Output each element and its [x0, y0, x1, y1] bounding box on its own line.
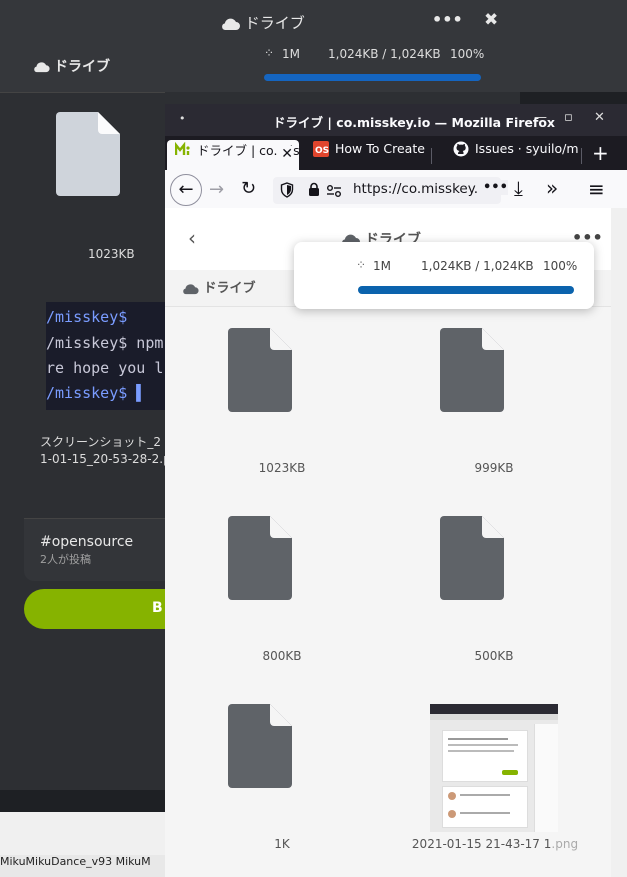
shield-icon[interactable]	[280, 182, 294, 202]
image-thumbnail[interactable]	[430, 704, 558, 832]
image-file-label: 2021-01-15 21-43-17 1.png	[411, 837, 579, 851]
github-icon	[453, 141, 469, 157]
tab-drive[interactable]: ドライブ | co.misskey.io ✕	[167, 140, 299, 170]
file-icon[interactable]	[440, 328, 504, 412]
file-icon[interactable]	[440, 516, 504, 600]
background-drive-title: ドライブ	[32, 56, 110, 76]
url-text[interactable]: https://co.misskey.io	[353, 181, 481, 197]
background-close-button[interactable]: ✖	[484, 10, 498, 30]
cloud-icon	[181, 281, 204, 296]
file-icon[interactable]	[228, 516, 292, 600]
overflow-button[interactable]: »	[546, 176, 558, 200]
file-label: 999KB	[474, 461, 514, 475]
file-label: 1K	[274, 837, 290, 851]
permissions-icon[interactable]	[326, 183, 342, 202]
new-tab-button[interactable]: +	[592, 141, 609, 165]
maximize-button[interactable]: ▫	[564, 110, 573, 125]
misskey-icon	[174, 141, 191, 158]
forward-button[interactable]: →	[209, 179, 224, 200]
page-back-button[interactable]: ‹	[188, 226, 196, 250]
background-upload-name: 1M	[282, 47, 300, 61]
divider	[0, 92, 165, 93]
terminal-line: re hope you l	[46, 359, 164, 377]
background-tag-count: 2人が投稿	[40, 553, 91, 566]
background-terminal-thumbnail[interactable]: /misskey$ /misskey$ npm re hope you l /m…	[46, 302, 166, 410]
upload-progress-bar	[358, 286, 574, 294]
terminal-line: /misskey$ ▌	[46, 384, 146, 402]
taskbar[interactable]: MikuMikuDance_v93 MikuM	[0, 855, 165, 877]
file-icon[interactable]	[56, 112, 120, 196]
background-upload-progress	[264, 74, 481, 81]
background-file-caption: スクリーンショット_2 1-01-15_20-53-28-2.p	[40, 435, 171, 466]
back-button[interactable]: ←	[170, 174, 202, 206]
divider	[431, 148, 432, 164]
spinner-icon: ⁘	[264, 46, 275, 60]
file-label: 800KB	[262, 649, 302, 663]
file-icon[interactable]	[228, 704, 292, 788]
download-button[interactable]: ⤓	[514, 176, 523, 200]
background-upload-bytes: 1,024KB / 1,024KB	[328, 47, 441, 61]
background-file-size: 1023KB	[88, 247, 135, 261]
svg-text:OS: OS	[315, 146, 329, 156]
cloud-icon	[220, 14, 245, 32]
firefox-titlebar: • ドライブ | co.misskey.io — Mozilla Firefox…	[165, 104, 627, 136]
close-window-button[interactable]: ✕	[594, 110, 605, 125]
drive-subheader-title[interactable]: ドライブ	[181, 277, 256, 296]
os-icon: OS	[313, 140, 329, 157]
menu-button[interactable]: ≡	[588, 177, 605, 201]
tab-issues[interactable]: Issues · syuilo/misskey	[445, 140, 579, 166]
upload-name: 1M	[373, 259, 391, 273]
window-title: ドライブ | co.misskey.io — Mozilla Firefox	[273, 115, 555, 130]
tab-how-to-create[interactable]: OS How To Create	[305, 140, 429, 166]
spinner-icon: ⁘	[356, 258, 367, 272]
background-notification-title: ドライブ	[220, 12, 305, 33]
divider	[581, 148, 582, 164]
minimize-button[interactable]: —	[534, 110, 547, 125]
scrollbar[interactable]	[611, 208, 627, 877]
terminal-line: /misskey$	[46, 308, 128, 326]
reload-button[interactable]: ↻	[241, 178, 256, 199]
file-icon[interactable]	[228, 328, 292, 412]
page-actions-button[interactable]: •••	[479, 180, 508, 195]
terminal-line: /misskey$ npm	[46, 334, 164, 352]
upload-notification	[294, 242, 594, 309]
file-label: 1023KB	[258, 461, 306, 475]
file-label: 500KB	[474, 649, 514, 663]
upload-percent: 100%	[543, 259, 578, 273]
background-tag[interactable]: #opensource	[40, 534, 133, 550]
tab-close-icon[interactable]: ✕	[277, 146, 293, 162]
upload-bytes: 1,024KB / 1,024KB	[421, 259, 534, 273]
background-upload-percent: 100%	[450, 47, 485, 61]
background-more-button[interactable]: •••	[432, 10, 463, 29]
cloud-icon	[32, 59, 50, 75]
lock-icon[interactable]	[308, 182, 320, 201]
